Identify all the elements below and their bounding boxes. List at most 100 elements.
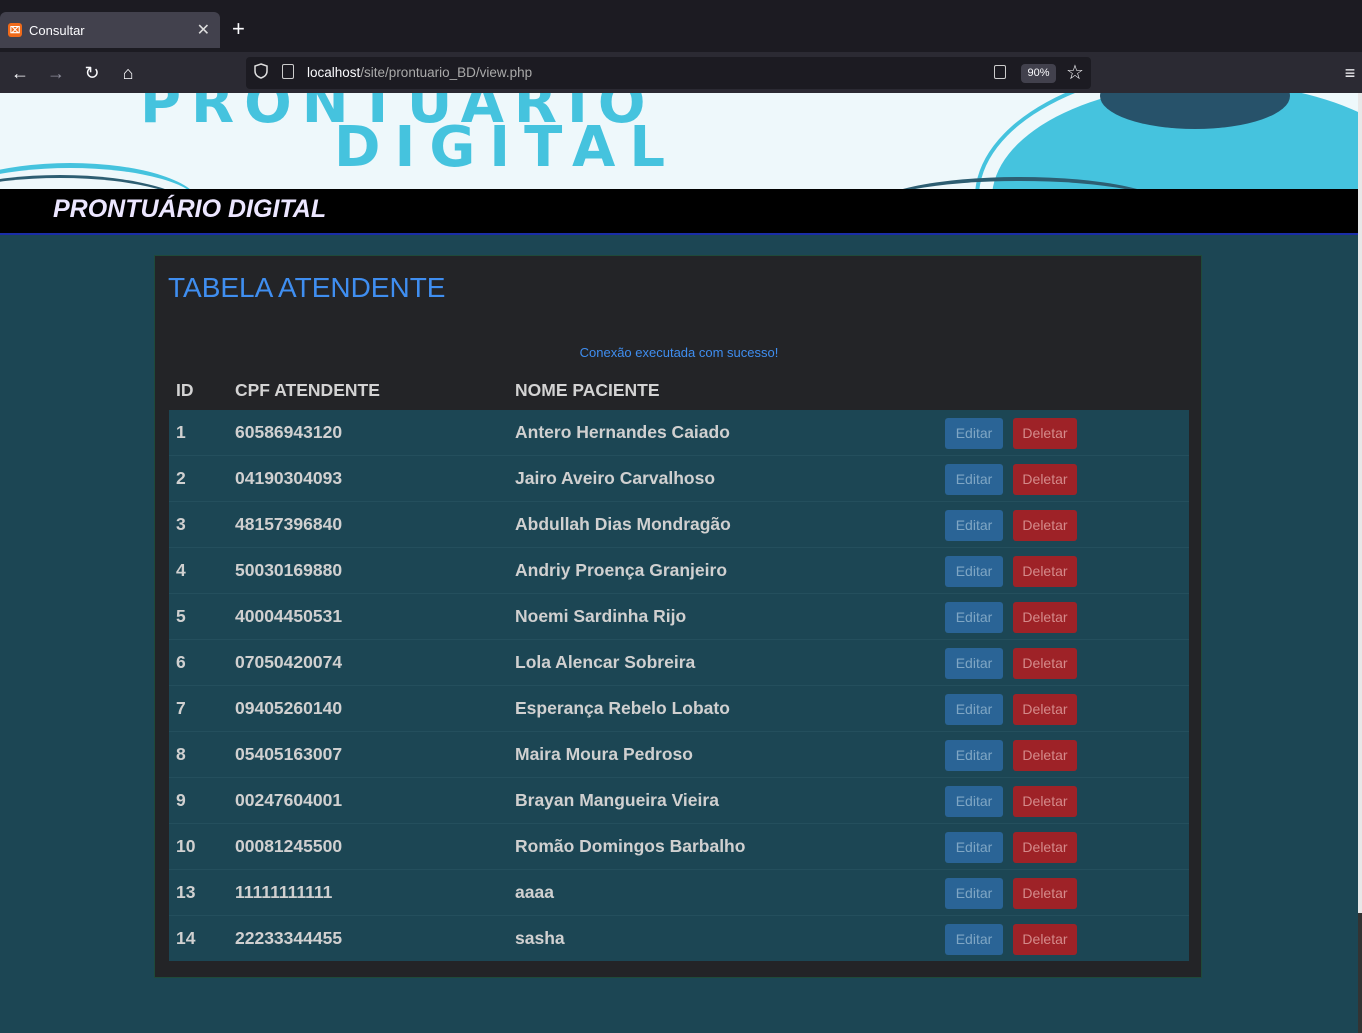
- close-tab-icon[interactable]: ✕: [197, 20, 210, 40]
- browser-tab[interactable]: ⌧ Consultar ✕: [0, 12, 220, 48]
- edit-button[interactable]: Editar: [945, 510, 1003, 541]
- menu-icon[interactable]: ≡: [1338, 61, 1362, 85]
- table-row: 8 05405163007 Maira Moura Pedroso Editar Del…: [169, 732, 1189, 778]
- bookmark-star-icon[interactable]: ☆: [1066, 60, 1084, 85]
- cell-id: 4: [176, 560, 186, 580]
- xampp-icon: ⌧: [8, 23, 22, 37]
- page-info-icon[interactable]: [282, 64, 294, 79]
- edit-button[interactable]: Editar: [945, 786, 1003, 817]
- table-row: 1 60586943120 Antero Hernandes Caiado Edita…: [169, 410, 1189, 456]
- cell-id: 1: [176, 422, 186, 442]
- cell-cpf: 22233344455: [235, 928, 343, 948]
- cell-nome: Maira Moura Pedroso: [515, 744, 693, 764]
- column-header-id: ID: [176, 380, 194, 400]
- cell-cpf: 48157396840: [235, 514, 343, 534]
- edit-button[interactable]: Editar: [945, 602, 1003, 633]
- cell-id: 7: [176, 698, 186, 718]
- cell-cpf: 09405260140: [235, 698, 343, 718]
- edit-button[interactable]: Editar: [945, 832, 1003, 863]
- url-text[interactable]: localhost/site/prontuario_BD/view.php: [307, 65, 532, 80]
- table-row: 5 40004450531 Noemi Sardinha Rijo Editar Del…: [169, 594, 1189, 640]
- table-row: 9 00247604001 Brayan Mangueira Vieira Edita…: [169, 778, 1189, 824]
- site-brand[interactable]: PRONTUÁRIO DIGITAL: [53, 195, 326, 224]
- cell-cpf: 05405163007: [235, 744, 343, 764]
- column-header-cpf: CPF ATENDENTE: [235, 380, 380, 400]
- cell-id: 13: [176, 882, 196, 902]
- delete-button[interactable]: Deletar: [1013, 924, 1077, 955]
- cell-id: 10: [176, 836, 196, 856]
- banner-image: PRONTUÁRIO DIGITAL: [0, 93, 1360, 189]
- cell-cpf: 07050420074: [235, 652, 343, 672]
- edit-button[interactable]: Editar: [945, 464, 1003, 495]
- back-icon[interactable]: ←: [8, 61, 32, 85]
- table-row: 6 07050420074 Lola Alencar Sobreira Editar D…: [169, 640, 1189, 686]
- edit-button[interactable]: Editar: [945, 878, 1003, 909]
- delete-button[interactable]: Deletar: [1013, 464, 1077, 495]
- table-row: 4 50030169880 Andriy Proença Granjeiro Edit…: [169, 548, 1189, 594]
- cell-nome: Esperança Rebelo Lobato: [515, 698, 730, 718]
- cell-cpf: 00247604001: [235, 790, 343, 810]
- edit-button[interactable]: Editar: [945, 418, 1003, 449]
- shield-icon[interactable]: [254, 63, 268, 79]
- delete-button[interactable]: Deletar: [1013, 556, 1077, 587]
- cell-cpf: 11111111111: [235, 882, 333, 902]
- cell-id: 14: [176, 928, 196, 948]
- cell-nome: Antero Hernandes Caiado: [515, 422, 730, 442]
- zoom-level-button[interactable]: 90%: [1021, 64, 1056, 83]
- delete-button[interactable]: Deletar: [1013, 418, 1077, 449]
- cell-id: 3: [176, 514, 186, 534]
- cell-cpf: 40004450531: [235, 606, 343, 626]
- cell-nome: Brayan Mangueira Vieira: [515, 790, 719, 810]
- tab-title: Consultar: [29, 23, 85, 38]
- table-row: 2 04190304093 Jairo Aveiro Carvalhoso Edita…: [169, 456, 1189, 502]
- edit-button[interactable]: Editar: [945, 740, 1003, 771]
- table-header: ID CPF ATENDENTE NOME PACIENTE: [169, 374, 1189, 410]
- scrollbar[interactable]: [1358, 93, 1362, 1033]
- edit-button[interactable]: Editar: [945, 556, 1003, 587]
- table-row: 14 22233344455 sasha Editar Deletar: [169, 916, 1189, 962]
- cell-cpf: 00081245500: [235, 836, 343, 856]
- page-title: TABELA ATENDENTE: [168, 272, 446, 303]
- reload-icon[interactable]: ↻: [80, 61, 104, 85]
- home-icon[interactable]: ⌂: [116, 61, 140, 85]
- cell-id: 5: [176, 606, 186, 626]
- cell-cpf: 04190304093: [235, 468, 343, 488]
- delete-button[interactable]: Deletar: [1013, 786, 1077, 817]
- cell-id: 6: [176, 652, 186, 672]
- forward-icon[interactable]: →: [44, 61, 68, 85]
- table-row: 10 00081245500 Romão Domingos Barbalho Edit…: [169, 824, 1189, 870]
- cell-id: 8: [176, 744, 186, 764]
- delete-button[interactable]: Deletar: [1013, 602, 1077, 633]
- new-tab-icon[interactable]: +: [232, 18, 245, 40]
- cell-nome: Andriy Proença Granjeiro: [515, 560, 728, 580]
- connection-status: Conexão executada com sucesso!: [579, 345, 779, 360]
- url-bar[interactable]: localhost/site/prontuario_BD/view.php 90…: [246, 57, 1091, 89]
- edit-button[interactable]: Editar: [945, 694, 1003, 725]
- delete-button[interactable]: Deletar: [1013, 694, 1077, 725]
- edit-button[interactable]: Editar: [945, 924, 1003, 955]
- table-row: 13 11111111111 aaaa Editar Deletar: [169, 870, 1189, 916]
- cell-nome: aaaa: [515, 882, 554, 902]
- delete-button[interactable]: Deletar: [1013, 740, 1077, 771]
- delete-button[interactable]: Deletar: [1013, 648, 1077, 679]
- delete-button[interactable]: Deletar: [1013, 832, 1077, 863]
- table-body: 1 60586943120 Antero Hernandes Caiado Edita…: [169, 410, 1189, 961]
- edit-button[interactable]: Editar: [945, 648, 1003, 679]
- main-card: TABELA ATENDENTE Conexão executada com s…: [154, 255, 1202, 978]
- cell-nome: Noemi Sardinha Rijo: [515, 606, 687, 626]
- cell-nome: Lola Alencar Sobreira: [515, 652, 696, 672]
- cell-nome: Jairo Aveiro Carvalhoso: [515, 468, 716, 488]
- delete-button[interactable]: Deletar: [1013, 510, 1077, 541]
- cell-id: 2: [176, 468, 186, 488]
- scrollbar-thumb[interactable]: [1358, 913, 1362, 1033]
- cell-nome: Romão Domingos Barbalho: [515, 836, 746, 856]
- reader-view-icon[interactable]: [994, 65, 1006, 79]
- banner-title-line2: DIGITAL: [334, 115, 679, 180]
- table-row: 3 48157396840 Abdullah Dias Mondragão Edita…: [169, 502, 1189, 548]
- table-row: 7 09405260140 Esperança Rebelo Lobato Edita…: [169, 686, 1189, 732]
- delete-button[interactable]: Deletar: [1013, 878, 1077, 909]
- column-header-nome: NOME PACIENTE: [515, 380, 660, 400]
- cell-nome: Abdullah Dias Mondragão: [515, 514, 731, 534]
- cell-cpf: 60586943120: [235, 422, 343, 442]
- cell-cpf: 50030169880: [235, 560, 343, 580]
